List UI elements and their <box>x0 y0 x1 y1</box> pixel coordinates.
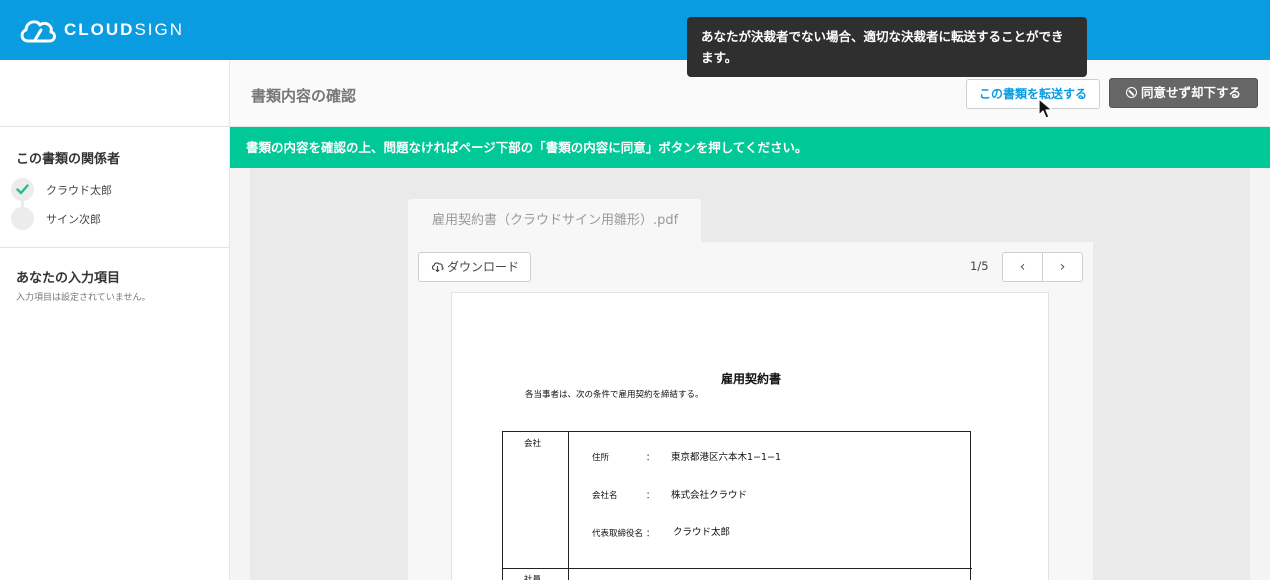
logo-text-light: SIGN <box>134 20 185 39</box>
logo-wordmark: CLOUDSIGN <box>64 20 184 40</box>
field-value-company: 株式会社クラウド <box>671 490 748 501</box>
table-column-divider <box>568 432 569 580</box>
check-icon <box>16 184 29 195</box>
field-label-company: 会社名 <box>592 491 618 501</box>
logo-text-bold: CLOUD <box>64 20 135 39</box>
chevron-right-icon: › <box>1059 259 1066 275</box>
reject-button-label: 同意せず却下する <box>1140 85 1241 100</box>
field-value-representative: クラウド太郎 <box>673 527 731 538</box>
party-name: サイン次郎 <box>46 212 101 226</box>
forward-document-button[interactable]: この書類を転送する <box>966 79 1100 109</box>
download-button[interactable]: ダウンロード <box>418 252 531 282</box>
document-tab[interactable]: 雇用契約書（クラウドサイン用雛形）.pdf <box>408 199 701 243</box>
section-employee: 社員 <box>524 575 542 580</box>
cloudsign-logo[interactable]: CLOUDSIGN <box>18 16 184 44</box>
page-title: 書類内容の確認 <box>251 87 357 105</box>
party-status-pending <box>11 207 34 230</box>
subheader-left-cell <box>0 60 230 126</box>
party-item-1: クラウド太郎 <box>11 178 112 201</box>
download-label: ダウンロード <box>447 260 520 274</box>
parties-section: この書類の関係者 クラウド太郎 サイン次郎 <box>0 127 229 248</box>
field-label-address: 住所 <box>592 453 610 463</box>
parties-heading: この書類の関係者 <box>16 152 121 167</box>
field-colon: ： <box>646 529 655 539</box>
inputs-heading: あなたの入力項目 <box>16 271 121 286</box>
contract-title: 雇用契約書 <box>721 372 782 386</box>
instruction-banner: 書類の内容を確認の上、問題なければページ下部の「書類の内容に同意」ボタンを押して… <box>230 127 1270 168</box>
ban-icon <box>1125 87 1137 98</box>
field-value-address: 東京都港区六本木1−1−1 <box>671 452 782 463</box>
party-name: クラウド太郎 <box>46 183 112 197</box>
field-colon: ： <box>646 491 655 501</box>
pager: ‹ › <box>1002 252 1083 282</box>
inputs-note: 入力項目は設定されていません。 <box>16 293 151 303</box>
page-indicator: 1/5 <box>970 259 989 273</box>
cloud-download-icon <box>431 262 444 273</box>
sidebar: この書類の関係者 クラウド太郎 サイン次郎 あなたの入力項目 入力項目は設定され… <box>0 127 230 580</box>
next-page-button[interactable]: › <box>1042 253 1082 281</box>
prev-page-button[interactable]: ‹ <box>1003 253 1042 281</box>
field-colon: ： <box>646 453 655 463</box>
chevron-left-icon: ‹ <box>1019 259 1026 275</box>
reject-button[interactable]: 同意せず却下する <box>1109 78 1258 108</box>
party-status-done <box>11 178 34 201</box>
forward-tooltip: あなたが決裁者でない場合、適切な決裁者に転送することができます。 <box>687 17 1087 77</box>
section-company: 会社 <box>524 439 542 449</box>
contract-lead: 各当事者は、次の条件で雇用契約を締結する。 <box>525 390 704 400</box>
cursor-arrow-icon <box>1038 98 1053 119</box>
party-item-2: サイン次郎 <box>11 207 101 230</box>
field-label-representative: 代表取締役名 <box>592 529 644 539</box>
table-row-divider <box>503 568 972 569</box>
cloud-logo-icon <box>20 20 56 43</box>
